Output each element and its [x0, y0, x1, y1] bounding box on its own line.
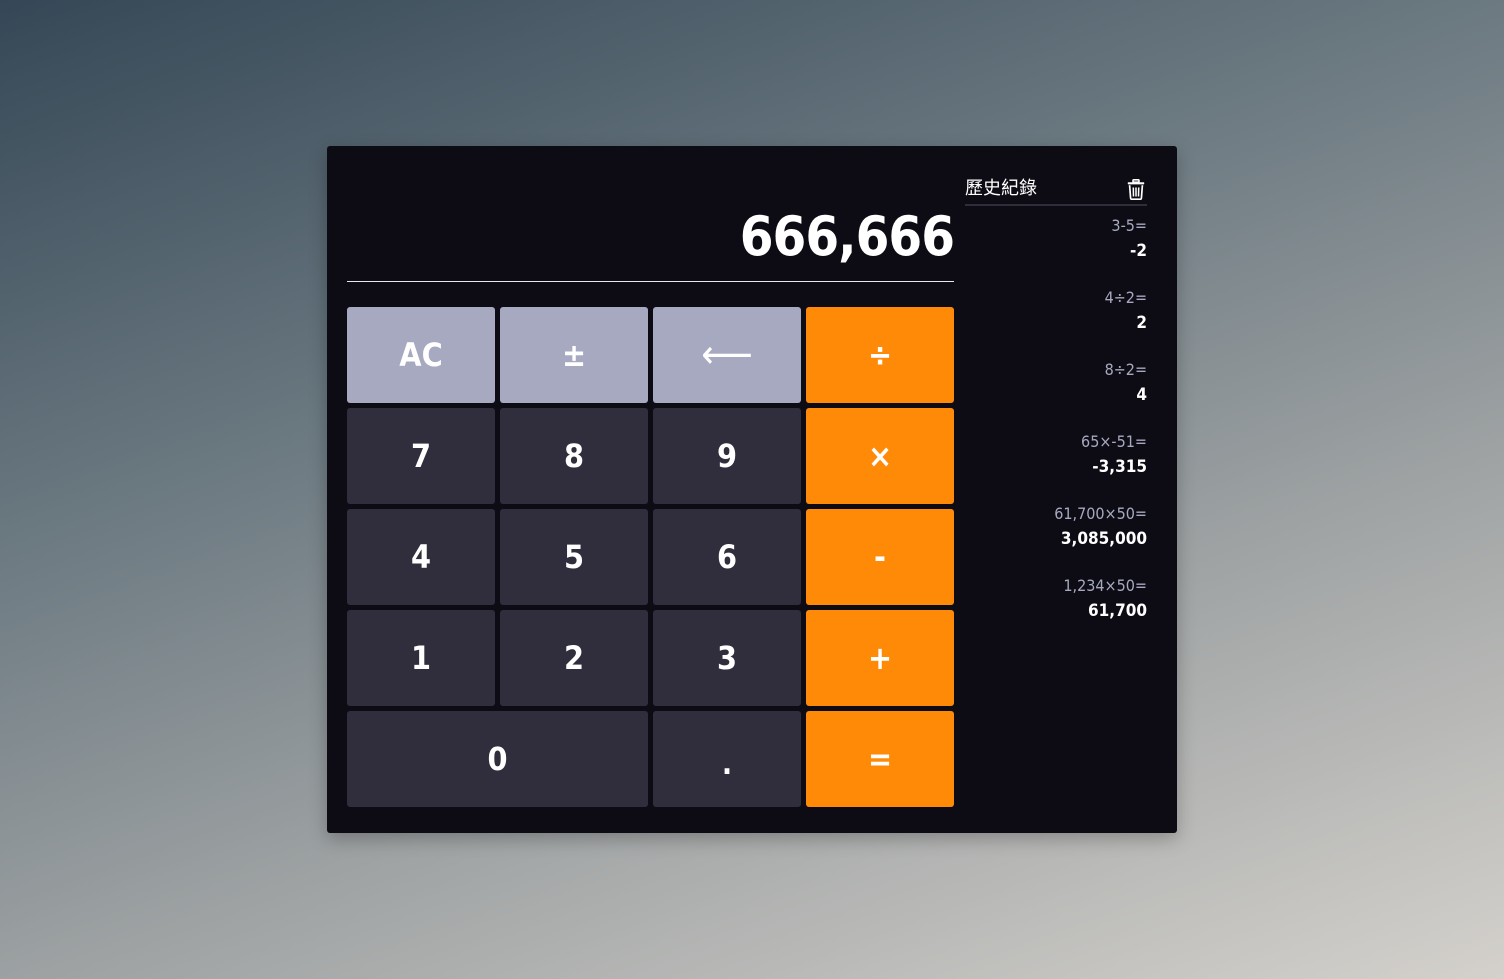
digit-8-button[interactable]: 8	[500, 408, 648, 504]
history-item[interactable]: 61,700×50= 3,085,000	[965, 494, 1147, 566]
history-result: 4	[1136, 385, 1147, 405]
history-expression: 1,234×50=	[1063, 576, 1147, 595]
digit-6-button[interactable]: 6	[653, 509, 801, 605]
history-result: 2	[1136, 313, 1147, 333]
history-result: -2	[1130, 241, 1147, 261]
digit-7-button[interactable]: 7	[347, 408, 495, 504]
digit-2-button[interactable]: 2	[500, 610, 648, 706]
history-item[interactable]: 1,234×50= 61,700	[965, 566, 1147, 638]
divide-button[interactable]: ÷	[806, 307, 954, 403]
decimal-button[interactable]: .	[653, 711, 801, 807]
history-result: -3,315	[1092, 457, 1147, 477]
history-expression: 3-5=	[1111, 216, 1147, 235]
display: 666,666	[347, 176, 955, 282]
equals-button[interactable]: =	[806, 711, 954, 807]
digit-9-button[interactable]: 9	[653, 408, 801, 504]
digit-0-button[interactable]: 0	[347, 711, 648, 807]
history-header: 歷史紀錄	[965, 174, 1147, 206]
history-expression: 65×-51=	[1081, 432, 1147, 451]
subtract-button[interactable]: -	[806, 509, 954, 605]
decimal-label: .	[721, 746, 733, 782]
trash-icon-graphic	[1127, 178, 1145, 200]
backspace-arrow-icon: ⟵	[701, 332, 753, 378]
history-title: 歷史紀錄	[965, 178, 1037, 199]
multiply-button[interactable]: ×	[806, 408, 954, 504]
digit-4-button[interactable]: 4	[347, 509, 495, 605]
history-expression: 8÷2=	[1104, 360, 1147, 379]
trash-icon[interactable]	[1125, 177, 1147, 201]
display-value: 666,666	[739, 205, 955, 268]
history-result: 3,085,000	[1060, 529, 1147, 549]
history-panel: 歷史紀錄 3-5= -2 4÷2= 2 8÷2= 4 65×-51= -3,31…	[965, 174, 1147, 638]
history-expression: 4÷2=	[1104, 288, 1147, 307]
history-result: 61,700	[1087, 601, 1147, 621]
digit-1-button[interactable]: 1	[347, 610, 495, 706]
backspace-button[interactable]: ⟵	[653, 307, 801, 403]
digit-3-button[interactable]: 3	[653, 610, 801, 706]
keypad: AC ± ⟵ ÷ 7 8 9 × 4 5 6 - 1 2 3 + 0 . =	[347, 307, 955, 808]
history-item[interactable]: 3-5= -2	[965, 206, 1147, 278]
history-item[interactable]: 65×-51= -3,315	[965, 422, 1147, 494]
history-list: 3-5= -2 4÷2= 2 8÷2= 4 65×-51= -3,315 61,…	[965, 206, 1147, 638]
history-item[interactable]: 8÷2= 4	[965, 350, 1147, 422]
calculator-panel: 666,666 AC ± ⟵ ÷ 7 8 9 × 4 5 6 - 1 2 3 +…	[327, 146, 1177, 833]
add-button[interactable]: +	[806, 610, 954, 706]
history-item[interactable]: 4÷2= 2	[965, 278, 1147, 350]
plus-minus-button[interactable]: ±	[500, 307, 648, 403]
digit-5-button[interactable]: 5	[500, 509, 648, 605]
history-expression: 61,700×50=	[1054, 504, 1147, 523]
clear-button[interactable]: AC	[347, 307, 495, 403]
